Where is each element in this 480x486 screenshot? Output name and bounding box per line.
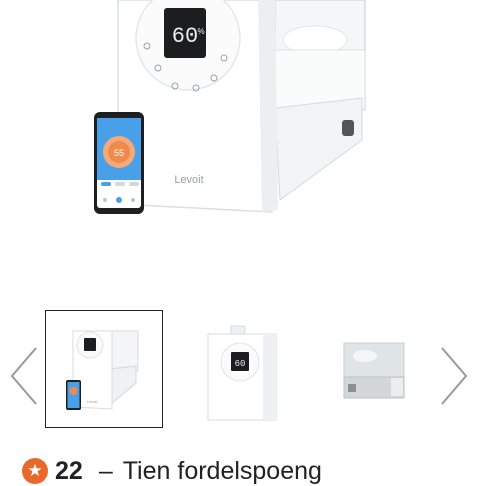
svg-text:60: 60: [235, 359, 246, 369]
thumbnail-2[interactable]: 60: [181, 310, 299, 428]
next-image-button[interactable]: [438, 344, 472, 408]
points-value: 22: [55, 456, 83, 485]
thumbnail-1[interactable]: Levoit: [45, 310, 163, 428]
svg-text:%: %: [197, 27, 204, 36]
thumbnail-3[interactable]: [315, 310, 433, 428]
svg-text:55: 55: [114, 148, 124, 158]
smartphone-illustration: 55: [94, 112, 144, 214]
chevron-right-icon: [441, 347, 468, 405]
chevron-left-icon: [10, 347, 37, 405]
rewards-label: Tien fordelspoeng: [122, 456, 322, 485]
star-coin-icon: ★: [22, 458, 48, 484]
main-product-image: 60 % Levoit 55: [0, 0, 480, 290]
display-reading: 60: [172, 24, 198, 49]
svg-text:Levoit: Levoit: [87, 399, 99, 404]
rewards-points: ★ 22 – Tien fordelspoeng: [22, 456, 322, 486]
brand-logo: Levoit: [174, 174, 203, 186]
humidifier-illustration: 60 % Levoit: [117, 0, 366, 213]
separator-dash: –: [98, 456, 113, 485]
thumbnail-carousel: Levoit 60: [0, 300, 480, 440]
previous-image-button[interactable]: [6, 344, 40, 408]
